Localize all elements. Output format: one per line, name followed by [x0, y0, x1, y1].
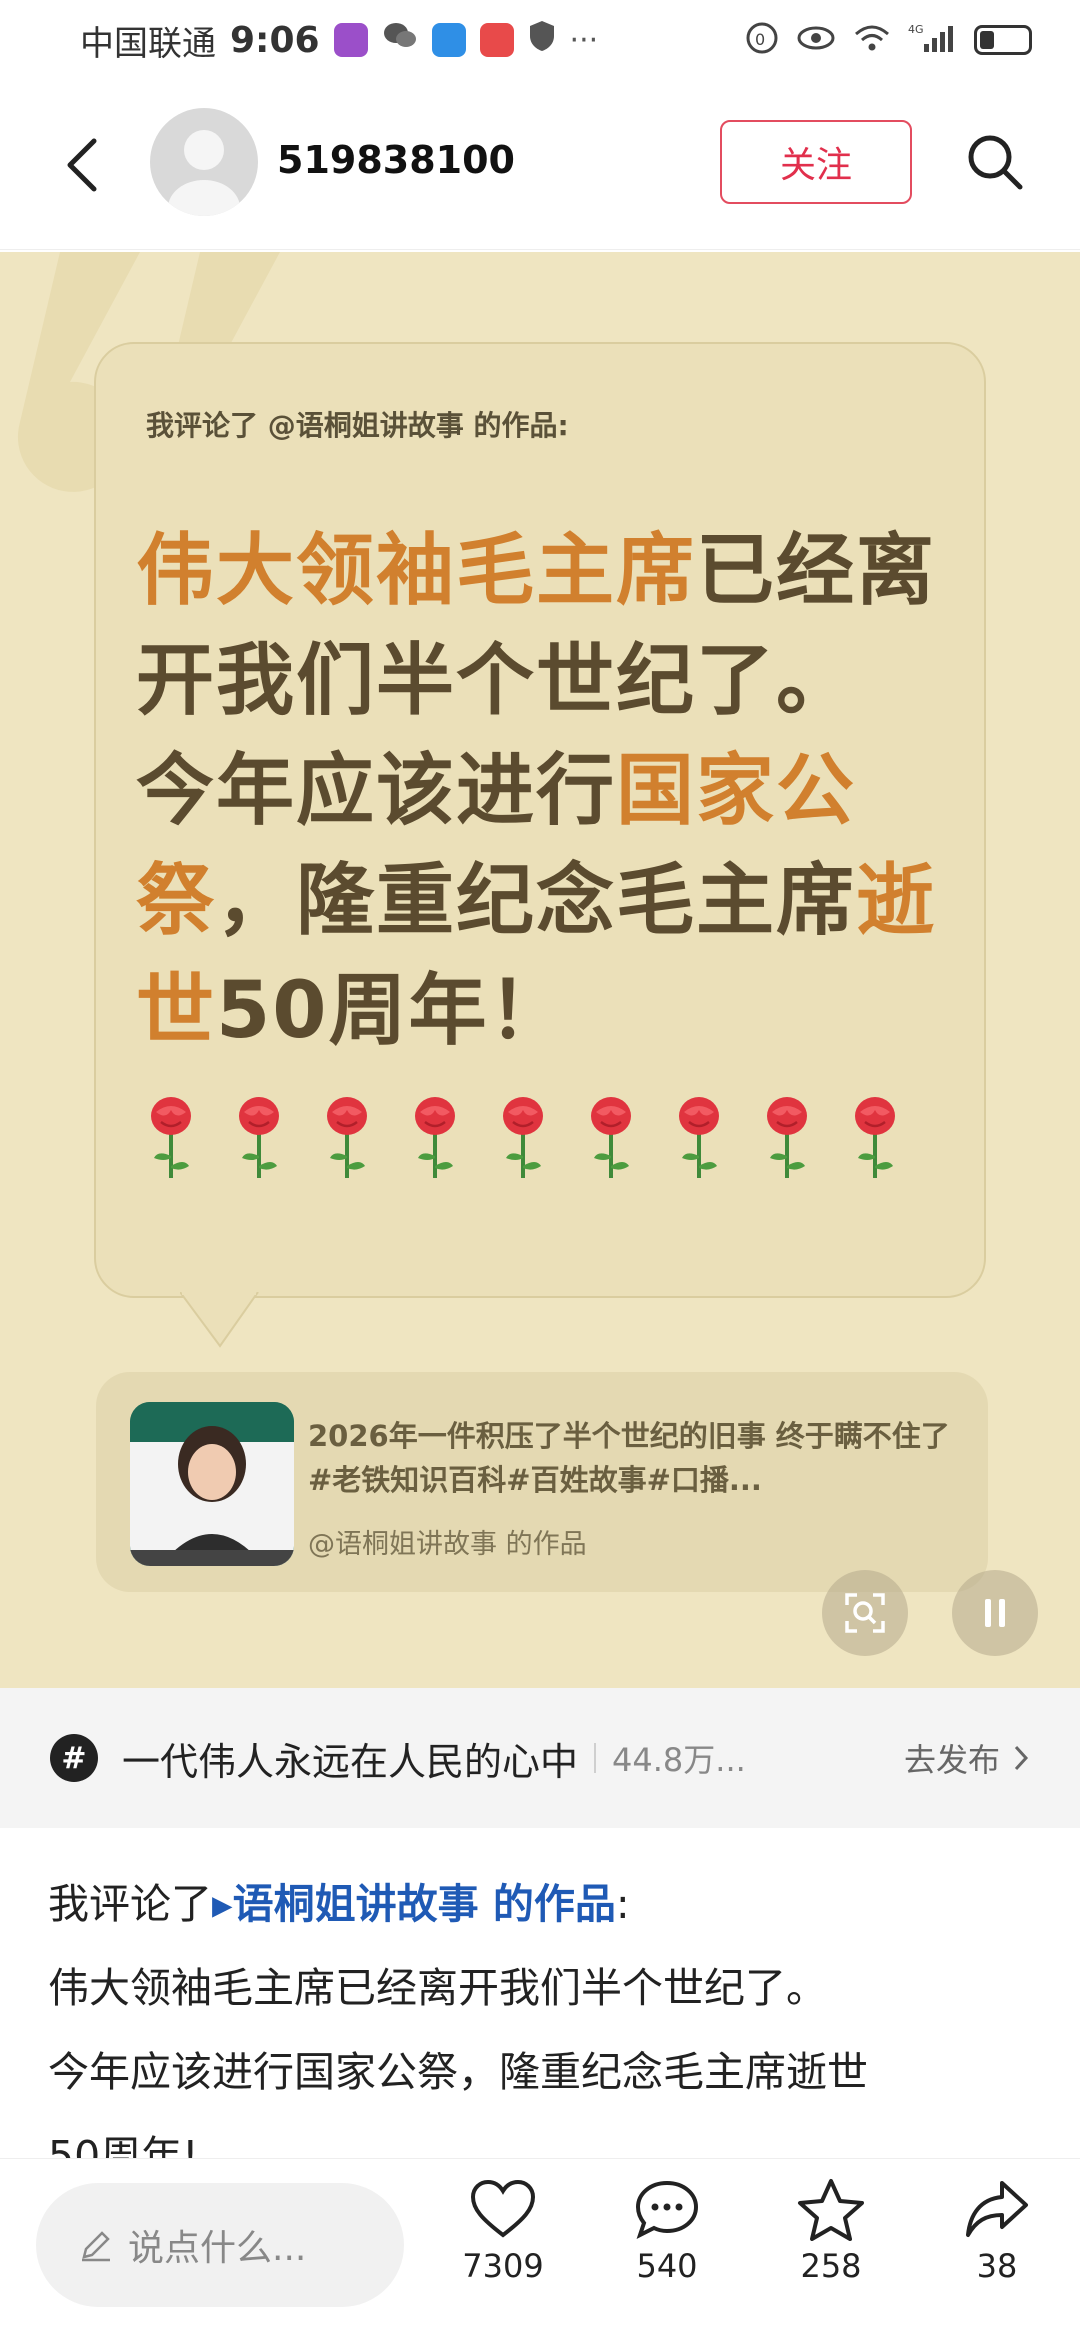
bubble-tail: [180, 1292, 259, 1348]
default-avatar-icon: [168, 130, 240, 216]
comment-placeholder: 说点什么...: [128, 2228, 307, 2269]
publish-button[interactable]: 去发布: [904, 1735, 1030, 1781]
like-count: 7309: [462, 2247, 544, 2285]
svg-text:0: 0: [755, 30, 765, 49]
rose-icon: [232, 1096, 286, 1184]
share-button[interactable]: 38: [942, 2177, 1052, 2285]
caption-line: 今年应该进行国家公祭，隆重纪念毛主席逝世: [48, 2048, 868, 2096]
heart-icon: [470, 2179, 536, 2238]
image-search-button[interactable]: [822, 1570, 908, 1656]
bubble-intro-text: 我评论了 @语桐姐讲故事 的作品:: [146, 409, 569, 442]
wechat-icon: [382, 19, 418, 62]
bottom-action-bar: 说点什么... 7309 540 258 38: [0, 2158, 1080, 2340]
rose-icon: [144, 1096, 198, 1184]
star-icon: [798, 2179, 864, 2241]
referenced-video-thumbnail[interactable]: [130, 1402, 294, 1566]
mail-app-icon: [479, 23, 514, 57]
caption-line: 伟大领袖毛主席已经离开我们半个世纪了。: [48, 1964, 827, 2012]
username[interactable]: 519838100: [277, 138, 515, 182]
like-button[interactable]: 7309: [448, 2177, 558, 2285]
follow-button[interactable]: 关注: [720, 120, 912, 204]
svg-text:4G: 4G: [908, 23, 924, 36]
scan-search-icon: [845, 1593, 885, 1633]
pencil-icon: [82, 2231, 110, 2262]
favorite-count: 258: [800, 2247, 862, 2285]
topic-row[interactable]: # 一代伟人永远在人民的心中 44.8万... 去发布: [0, 1688, 1080, 1828]
person-thumbnail-image: [130, 1402, 294, 1566]
comment-button[interactable]: 540: [612, 2177, 722, 2285]
post-caption: 我评论了▸语桐姐讲故事 的作品: 伟大领袖毛主席已经离开我们半个世纪了。 今年应…: [48, 1862, 1038, 2198]
carrier-label: 中国联通: [80, 23, 216, 64]
referenced-video-card[interactable]: 2026年一件积压了半个世纪的旧事 终于瞒不住了 #老铁知识百科#百姓故事#口播…: [96, 1372, 988, 1592]
pause-icon: [985, 1599, 1005, 1627]
hashtag-icon: #: [50, 1734, 98, 1782]
app-notification-icon: [333, 23, 368, 57]
referenced-video-author: @语桐姐讲故事 的作品: [308, 1529, 587, 1560]
avatar[interactable]: [150, 108, 258, 216]
share-count: 38: [976, 2247, 1018, 2285]
chevron-left-icon: [67, 138, 97, 192]
back-button[interactable]: [52, 120, 112, 210]
battery-icon: [974, 25, 1032, 55]
search-icon: [968, 135, 1023, 190]
rose-icon: [320, 1096, 374, 1184]
caption-prefix: 我评论了: [48, 1880, 212, 1928]
bubble-main-text: 伟大领袖毛主席已经离开我们半个世纪了。 今年应该进行国家公祭，隆重纪念毛主席逝世5…: [136, 526, 937, 1056]
share-arrow-icon: [966, 2181, 1028, 2237]
chevron-right-icon: [1014, 1745, 1029, 1771]
topic-name[interactable]: 一代伟人永远在人民的心中: [122, 1731, 578, 1786]
profile-header: 519838100 关注: [0, 80, 1080, 250]
data-saver-icon: 0: [744, 20, 780, 60]
favorite-button[interactable]: 258: [776, 2177, 886, 2285]
mention-link[interactable]: ▸语桐姐讲故事 的作品: [212, 1880, 616, 1928]
comment-bubble-icon: [635, 2180, 699, 2239]
search-button[interactable]: [960, 122, 1030, 202]
pause-button[interactable]: [952, 1570, 1038, 1656]
rose-icon: [496, 1096, 550, 1184]
topic-count: 44.8万...: [612, 1741, 746, 1779]
referenced-video-title: 2026年一件积压了半个世纪的旧事 终于瞒不住了 #老铁知识百科#百姓故事#口播…: [308, 1419, 950, 1497]
shield-icon: [528, 19, 556, 62]
comment-input[interactable]: 说点什么...: [36, 2183, 404, 2307]
comment-count: 540: [636, 2247, 698, 2285]
publish-label: 去发布: [903, 1741, 1000, 1779]
topic-divider: [594, 1743, 597, 1773]
rose-icon: [760, 1096, 814, 1184]
rose-emoji-row: [144, 1096, 902, 1184]
eye-comfort-icon: [796, 23, 836, 57]
rose-icon: [584, 1096, 638, 1184]
status-time: 9:06: [230, 19, 320, 61]
weather-app-icon: [431, 23, 466, 57]
cellular-signal-icon: 4G: [908, 22, 958, 58]
rose-icon: [408, 1096, 462, 1184]
rose-icon: [848, 1096, 902, 1184]
post-image[interactable]: 我评论了 @语桐姐讲故事 的作品: 伟大领袖毛主席已经离开我们半个世纪了。 今年应…: [0, 252, 1080, 1688]
wifi-icon: [852, 22, 892, 58]
rose-icon: [672, 1096, 726, 1184]
status-bar: 中国联通 9:06 ··· 0 4G: [0, 0, 1080, 80]
more-notifications-icon: ···: [569, 22, 599, 58]
comment-bubble: 我评论了 @语桐姐讲故事 的作品: 伟大领袖毛主席已经离开我们半个世纪了。 今年应…: [94, 342, 986, 1298]
